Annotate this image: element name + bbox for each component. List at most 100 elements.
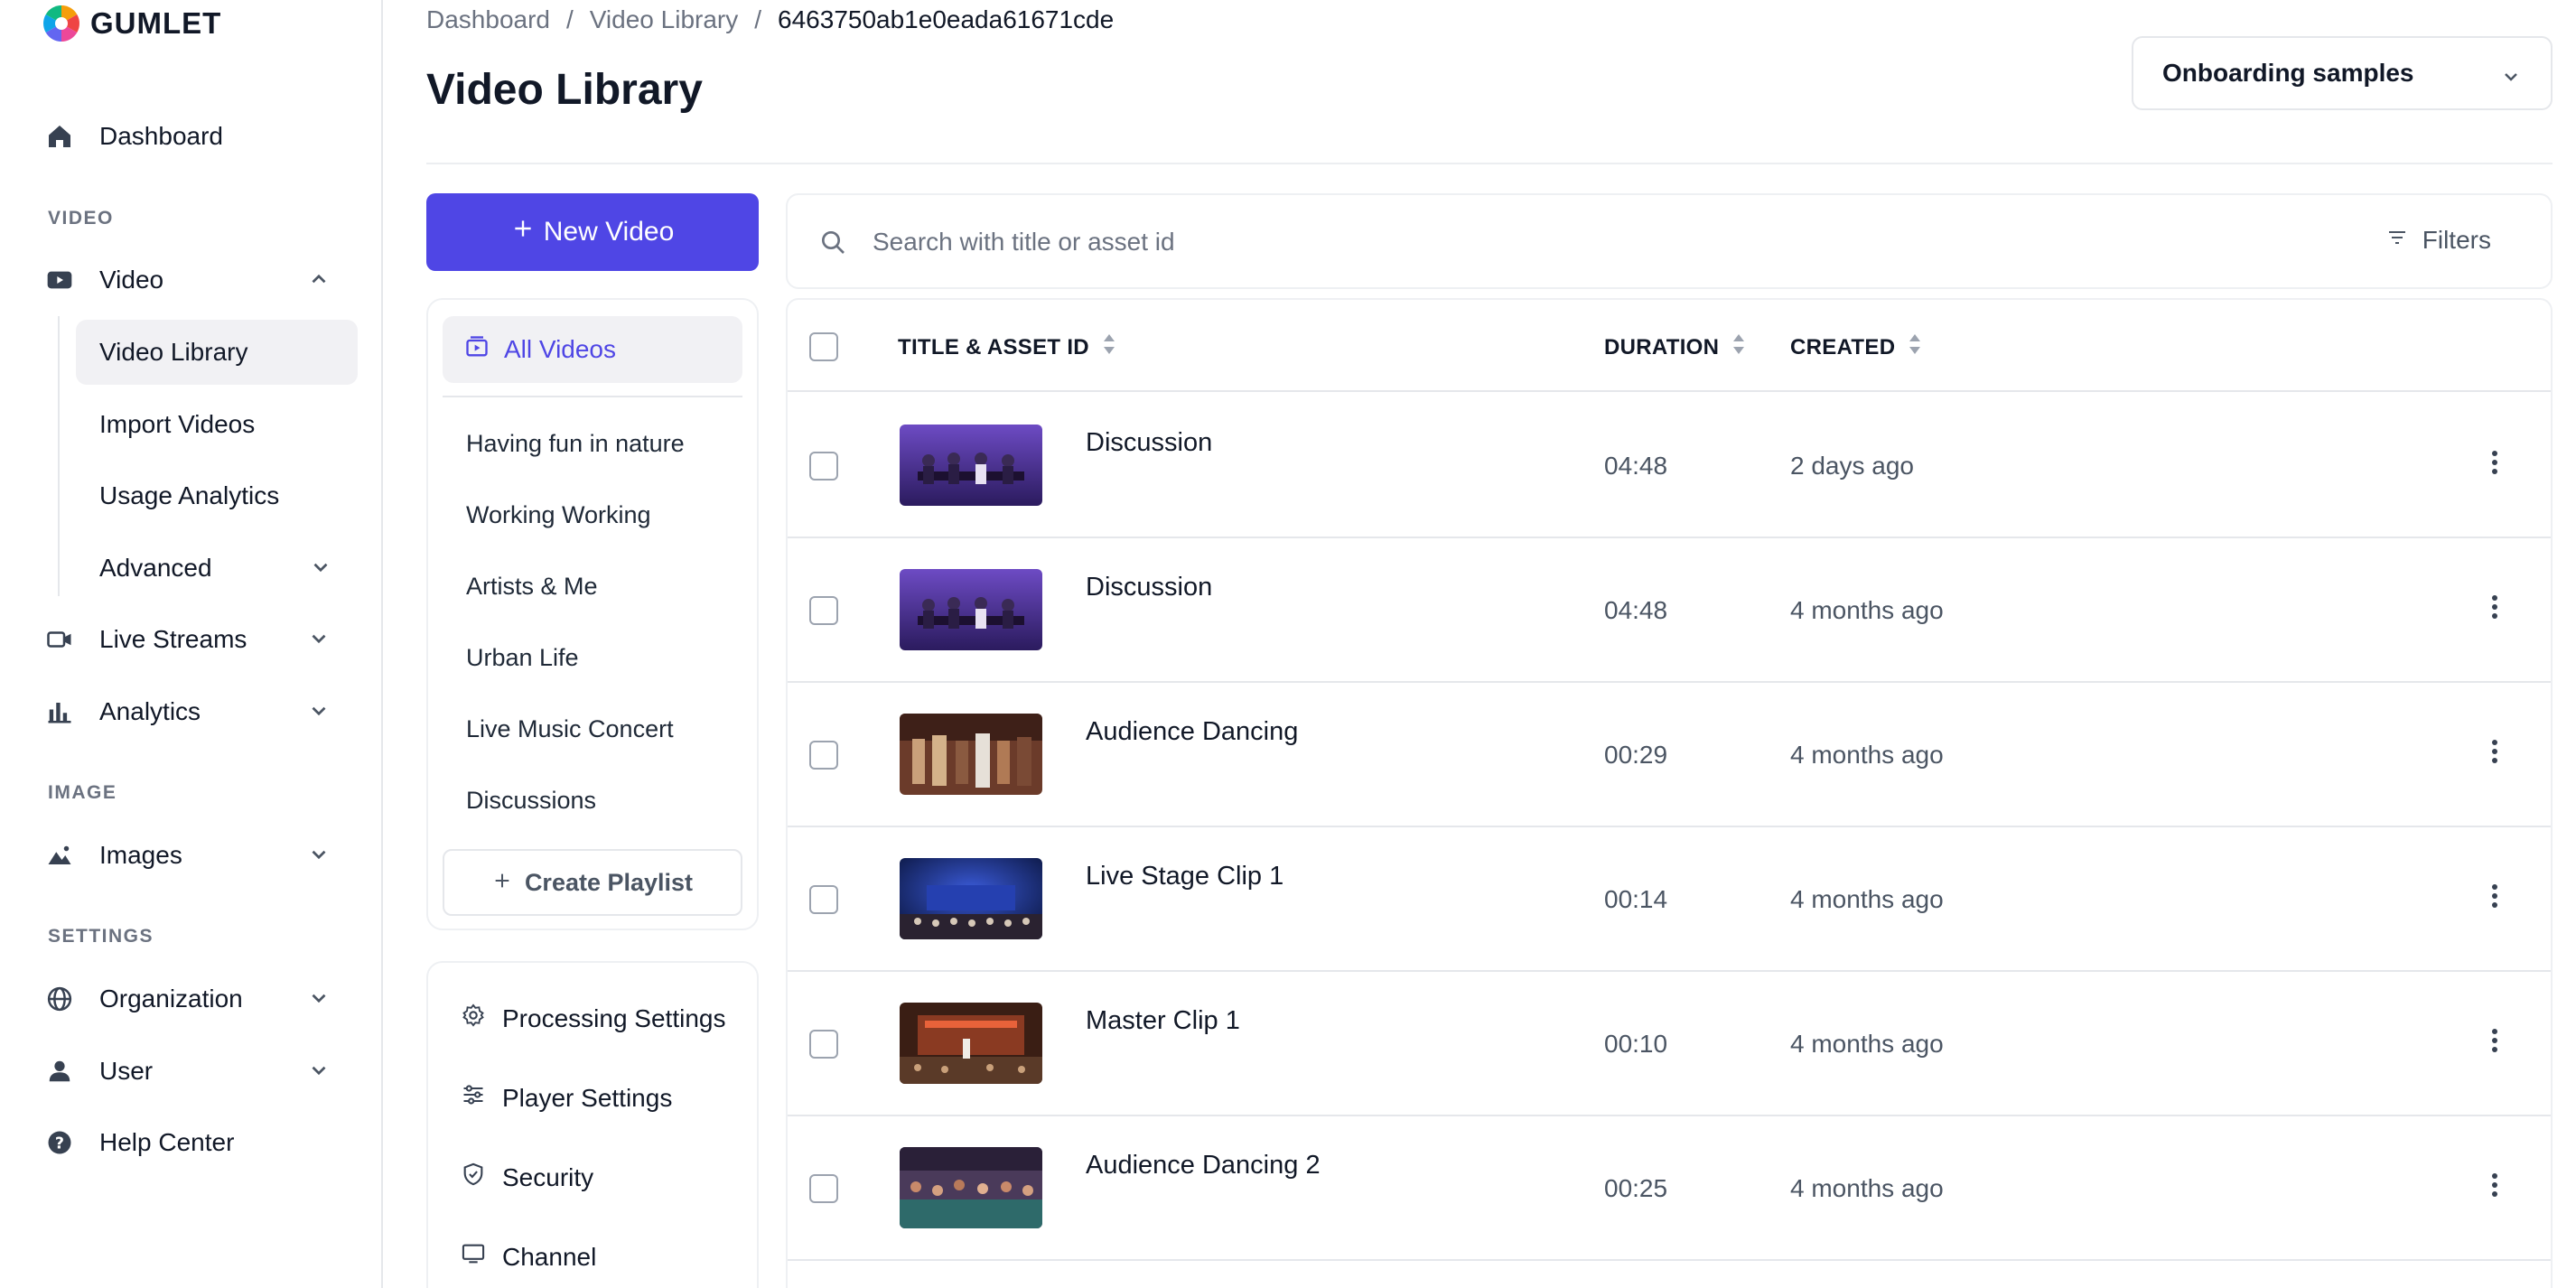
- chevron-down-icon: [309, 555, 332, 585]
- nav-help-center-label: Help Center: [99, 1128, 235, 1156]
- nav-organization[interactable]: Organization: [42, 966, 340, 1031]
- playlist-item[interactable]: Artists & Me: [466, 573, 598, 601]
- nav-live-streams-label: Live Streams: [99, 625, 247, 653]
- select-all-checkbox[interactable]: [809, 332, 838, 361]
- video-title[interactable]: Discussion: [1086, 428, 1212, 458]
- chevron-down-icon: [307, 627, 331, 655]
- brand-name: GUMLET: [90, 6, 222, 40]
- nav-analytics[interactable]: Analytics: [42, 679, 340, 744]
- video-thumbnail[interactable]: [900, 425, 1042, 506]
- nav-dashboard[interactable]: Dashboard: [42, 104, 340, 169]
- gumlet-logo[interactable]: GUMLET: [42, 4, 221, 43]
- video-title[interactable]: Live Stage Clip 1: [1086, 862, 1283, 891]
- more-vertical-icon[interactable]: [2491, 883, 2498, 913]
- breadcrumb-current: 6463750ab1e0eada61671cde: [778, 5, 1115, 33]
- video-title[interactable]: Audience Dancing: [1086, 717, 1298, 747]
- column-created[interactable]: CREATED: [1790, 331, 1922, 364]
- playlist-item[interactable]: Urban Life: [466, 644, 579, 672]
- column-title[interactable]: TITLE & ASSET ID: [898, 331, 1116, 364]
- table-row[interactable]: Discussion 04:48 2 days ago: [788, 394, 2551, 538]
- nav-live-streams[interactable]: Live Streams: [42, 607, 340, 672]
- settings-item-security[interactable]: Security: [461, 1162, 593, 1193]
- sidebar-item-usage-analytics[interactable]: Usage Analytics: [76, 463, 358, 528]
- sidebar-item-import-videos[interactable]: Import Videos: [76, 392, 358, 457]
- more-vertical-icon[interactable]: [2491, 594, 2498, 624]
- table-row[interactable]: Live Stage Clip 1 00:14 4 months ago: [788, 827, 2551, 972]
- row-checkbox[interactable]: [809, 1030, 838, 1059]
- more-vertical-icon[interactable]: [2491, 739, 2498, 769]
- home-icon: [42, 118, 78, 154]
- video-thumbnail[interactable]: [900, 1147, 1042, 1228]
- video-table: TITLE & ASSET ID DURATION CREATED Discus…: [786, 298, 2553, 1288]
- playlist-item[interactable]: Having fun in nature: [466, 430, 685, 458]
- nav-user[interactable]: User: [42, 1039, 340, 1104]
- breadcrumb-video-library[interactable]: Video Library: [590, 5, 738, 34]
- video-title[interactable]: Master Clip 1: [1086, 1006, 1240, 1036]
- nav-help-center[interactable]: ? Help Center: [42, 1110, 340, 1175]
- video-thumbnail[interactable]: [900, 714, 1042, 795]
- header-divider: [426, 163, 2553, 164]
- row-checkbox[interactable]: [809, 741, 838, 770]
- plus-icon: [492, 869, 512, 897]
- row-checkbox[interactable]: [809, 452, 838, 481]
- sidebar-item-video-library[interactable]: Video Library: [76, 320, 358, 385]
- breadcrumb-separator: /: [754, 5, 762, 33]
- camera-icon: [42, 621, 78, 658]
- column-title-label: TITLE & ASSET ID: [898, 334, 1089, 359]
- video-icon: [42, 262, 78, 298]
- video-created: 4 months ago: [1790, 1174, 1944, 1202]
- video-title[interactable]: Audience Dancing 2: [1086, 1151, 1321, 1181]
- new-video-button[interactable]: New Video: [426, 193, 759, 271]
- filters-button[interactable]: Filters: [2386, 226, 2491, 255]
- nav-organization-label: Organization: [99, 985, 243, 1013]
- section-video-label: VIDEO: [48, 208, 114, 229]
- settings-item-player[interactable]: Player Settings: [461, 1082, 672, 1114]
- video-thumbnail[interactable]: [900, 1003, 1042, 1084]
- more-vertical-icon[interactable]: [2491, 450, 2498, 480]
- video-thumbnail[interactable]: [900, 858, 1042, 939]
- more-vertical-icon[interactable]: [2491, 1028, 2498, 1058]
- search-icon: [818, 228, 847, 261]
- video-created: 4 months ago: [1790, 741, 1944, 769]
- page-title: Video Library: [426, 66, 703, 114]
- table-row[interactable]: Audience Dancing 00:29 4 months ago: [788, 683, 2551, 827]
- column-duration[interactable]: DURATION: [1604, 331, 1746, 364]
- playlist-all-videos[interactable]: All Videos: [443, 316, 742, 383]
- row-checkbox[interactable]: [809, 1174, 838, 1203]
- nav-images-label: Images: [99, 841, 182, 869]
- settings-item-processing-label: Processing Settings: [502, 1003, 726, 1032]
- search-input[interactable]: [873, 219, 2227, 266]
- playlist-item[interactable]: Discussions: [466, 787, 596, 815]
- sidebar-item-advanced[interactable]: Advanced: [76, 536, 358, 601]
- playlist-item[interactable]: Live Music Concert: [466, 715, 674, 743]
- workspace-select[interactable]: Onboarding samples: [2132, 36, 2553, 110]
- create-playlist-button[interactable]: Create Playlist: [443, 849, 742, 916]
- settings-item-processing[interactable]: Processing Settings: [461, 1003, 725, 1034]
- video-duration: 00:10: [1604, 1030, 1668, 1058]
- breadcrumb-dashboard[interactable]: Dashboard: [426, 5, 550, 34]
- nav-video[interactable]: Video: [42, 247, 340, 313]
- row-checkbox[interactable]: [809, 885, 838, 914]
- table-row[interactable]: Discussion 04:48 4 months ago: [788, 538, 2551, 683]
- video-created: 4 months ago: [1790, 596, 1944, 624]
- new-video-label: New Video: [543, 217, 675, 247]
- sidebar: GUMLET Dashboard VIDEO Video Video Libra…: [0, 0, 383, 1288]
- help-icon: ?: [42, 1125, 78, 1161]
- section-image-label: IMAGE: [48, 782, 117, 803]
- gear-icon: [461, 1003, 486, 1034]
- table-row[interactable]: Master Clip 1 00:10 4 months ago: [788, 972, 2551, 1116]
- chevron-down-icon: [307, 843, 331, 871]
- image-icon: [42, 837, 78, 873]
- settings-item-channel[interactable]: Channel: [461, 1241, 596, 1273]
- more-vertical-icon[interactable]: [2491, 1172, 2498, 1202]
- sidebar-item-advanced-label: Advanced: [99, 554, 212, 582]
- row-checkbox[interactable]: [809, 596, 838, 625]
- playlist-item[interactable]: Working Working: [466, 501, 651, 529]
- table-row[interactable]: Audience Dancing 2 00:25 4 months ago: [788, 1116, 2551, 1261]
- video-thumbnail[interactable]: [900, 569, 1042, 650]
- video-title[interactable]: Discussion: [1086, 573, 1212, 602]
- nav-images[interactable]: Images: [42, 823, 340, 888]
- svg-text:?: ?: [55, 1134, 64, 1153]
- video-duration: 00:25: [1604, 1174, 1668, 1202]
- create-playlist-label: Create Playlist: [524, 868, 694, 896]
